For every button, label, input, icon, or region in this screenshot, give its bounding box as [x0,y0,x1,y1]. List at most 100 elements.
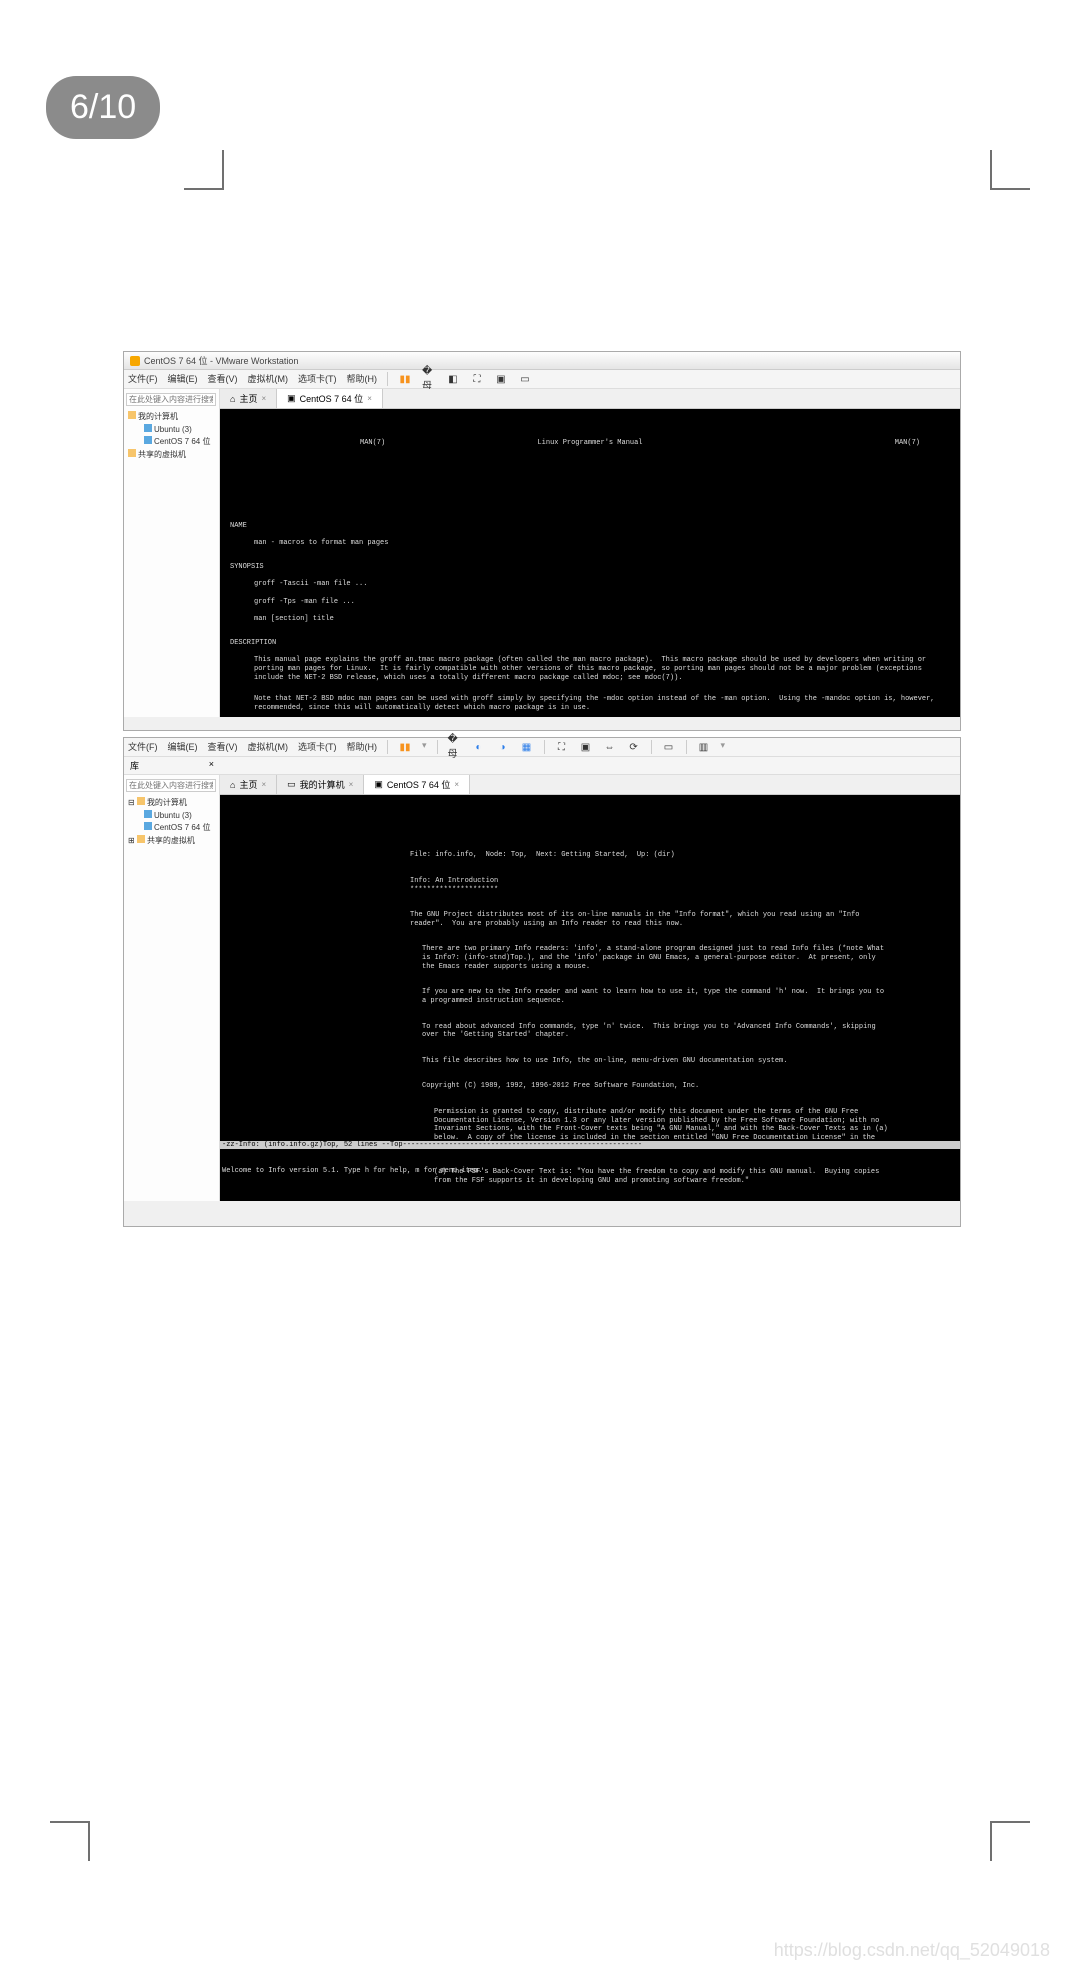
tree-item-shared[interactable]: 共享的虚拟机 [126,448,217,461]
vmware-window-1: CentOS 7 64 位 - VMware Workstation 文件(F)… [123,351,961,731]
crop-mark-top-left [184,150,224,190]
menu-vm[interactable]: 虚拟机(M) [248,740,289,754]
library-sidebar: ⊟ 我的计算机 Ubuntu (3) CentOS 7 64 位 ⊞ 共享的虚拟… [124,775,220,1201]
close-icon[interactable]: × [209,759,214,772]
info-header-line: File: info.info, Node: Top, Next: Gettin… [410,851,890,860]
crop-mark-bottom-left [50,1821,90,1861]
fullscreen-icon[interactable]: ⛶ [470,372,484,386]
window-title: CentOS 7 64 位 - VMware Workstation [144,354,298,367]
tree-item-centos[interactable]: CentOS 7 64 位 [126,435,217,448]
fullscreen-icon[interactable]: ⛶ [555,740,569,754]
info-underline: ********************* [410,886,498,894]
terminal-info-page[interactable]: File: info.info, Node: Top, Next: Gettin… [220,795,960,1201]
info-copyright: Copyright (C) 1989, 1992, 1996-2012 Free… [422,1082,890,1091]
unity-icon[interactable]: ▣ [494,372,508,386]
man-synopsis-2: groff -Tps -man file ... [254,598,950,607]
tab-bar: ⌂主页× ▣CentOS 7 64 位× [220,389,960,409]
info-title: Info: An Introduction [410,877,498,885]
separator [544,740,545,754]
crop-mark-top-right [990,150,1030,190]
info-para-3: If you are new to the Info reader and wa… [422,988,890,1006]
tab-centos[interactable]: ▣CentOS 7 64 位× [277,389,383,408]
man-synopsis-3: man [section] title [254,615,950,624]
menu-help[interactable]: 帮助(H) [347,740,378,754]
info-status-line: -zz-Info: (info.info.gz)Top, 52 lines --… [220,1141,960,1150]
vm-icon: ▣ [287,393,296,404]
menu-vm[interactable]: 虚拟机(M) [248,372,289,386]
crop-mark-bottom-right [990,1821,1030,1861]
separator [651,740,652,754]
tab-close-icon[interactable]: × [367,394,372,403]
separator [387,372,388,386]
terminal-man-page[interactable]: MAN(7) Linux Programmer's Manual MAN(7) … [220,409,960,717]
menu-file[interactable]: 文件(F) [128,372,158,386]
snapshot-mgr-icon[interactable]: ▦ [520,740,534,754]
man-header-left: MAN(7) [360,439,385,448]
menu-tabs[interactable]: 选项卡(T) [298,372,337,386]
info-welcome-line: Welcome to Info version 5.1. Type h for … [220,1167,960,1176]
tab-close-icon[interactable]: × [261,780,266,789]
toolbar-icon[interactable]: ⟳ [627,740,641,754]
library-sidebar: 我的计算机 Ubuntu (3) CentOS 7 64 位 共享的虚拟机 [124,389,220,717]
menu-bar[interactable]: 文件(F) 编辑(E) 查看(V) 虚拟机(M) 选项卡(T) 帮助(H) ▮▮… [124,370,960,389]
pause-button[interactable]: ▮▮ [398,372,412,386]
man-header-center: Linux Programmer's Manual [537,439,642,448]
tree-item-shared[interactable]: ⊞ 共享的虚拟机 [126,834,217,847]
menu-tabs[interactable]: 选项卡(T) [298,740,337,754]
pause-button[interactable]: ▮▮ [398,740,412,754]
man-section-name: NAME [230,522,247,530]
man-desc-1: This manual page explains the groff an.t… [254,656,950,682]
man-name-text: man - macros to format man pages [254,539,950,548]
snapshot-icon[interactable]: ◑ [496,740,510,754]
vmware-window-2: 文件(F) 编辑(E) 查看(V) 虚拟机(M) 选项卡(T) 帮助(H) ▮▮… [123,737,961,1227]
tree-root[interactable]: 我的计算机 [126,410,217,423]
info-para-2: There are two primary Info readers: 'inf… [422,945,890,971]
snapshot-icon[interactable]: ◧ [446,372,460,386]
info-para-4: To read about advanced Info commands, ty… [422,1023,890,1041]
man-section-synopsis: SYNOPSIS [230,563,264,571]
menu-file[interactable]: 文件(F) [128,740,158,754]
menu-view[interactable]: 查看(V) [208,740,238,754]
man-desc-2: Note that NET-2 BSD mdoc man pages can b… [254,695,950,713]
unity-icon[interactable]: ▣ [579,740,593,754]
man-section-description: DESCRIPTION [230,639,276,647]
window-titlebar[interactable]: CentOS 7 64 位 - VMware Workstation [124,352,960,370]
page-indicator-badge: 6/10 [46,76,160,139]
toolbar-icon[interactable]: ▭ [662,740,676,754]
tab-home[interactable]: ⌂主页× [220,775,277,794]
man-synopsis-1: groff -Tascii -man file ... [254,580,950,589]
tab-centos[interactable]: ▣CentOS 7 64 位× [364,775,470,794]
toolbar-icon[interactable]: �母 [448,740,462,754]
info-para-5: This file describes how to use Info, the… [422,1057,890,1066]
menu-help[interactable]: 帮助(H) [347,372,378,386]
tab-home[interactable]: ⌂主页× [220,389,277,408]
tab-close-icon[interactable]: × [261,394,266,403]
separator [437,740,438,754]
snapshot-icon[interactable]: ◐ [472,740,486,754]
tree-item-ubuntu[interactable]: Ubuntu (3) [126,809,217,821]
library-search-input[interactable] [126,779,216,792]
library-header: 库× [124,757,220,774]
toolbar-icon[interactable]: ▥ [697,740,711,754]
menu-edit[interactable]: 编辑(E) [168,372,198,386]
tree-root[interactable]: ⊟ 我的计算机 [126,796,217,809]
home-icon: ⌂ [230,780,235,790]
separator [686,740,687,754]
tab-mycomputer[interactable]: ▭我的计算机× [277,775,364,794]
menu-bar[interactable]: 文件(F) 编辑(E) 查看(V) 虚拟机(M) 选项卡(T) 帮助(H) ▮▮… [124,738,960,757]
stretch-icon[interactable]: ⇔ [603,740,617,754]
toolbar-icon[interactable]: ▭ [518,372,532,386]
vm-icon: ▣ [374,779,383,790]
separator [387,740,388,754]
tree-item-centos[interactable]: CentOS 7 64 位 [126,821,217,834]
tab-close-icon[interactable]: × [349,780,354,789]
tab-close-icon[interactable]: × [454,780,459,789]
tree-item-ubuntu[interactable]: Ubuntu (3) [126,423,217,435]
library-search-input[interactable] [126,393,216,406]
menu-edit[interactable]: 编辑(E) [168,740,198,754]
menu-view[interactable]: 查看(V) [208,372,238,386]
man-header-right: MAN(7) [895,439,920,448]
watermark-text: https://blog.csdn.net/qq_52049018 [774,1940,1050,1961]
home-icon: ⌂ [230,394,235,404]
toolbar-icon[interactable]: �母 [422,372,436,386]
